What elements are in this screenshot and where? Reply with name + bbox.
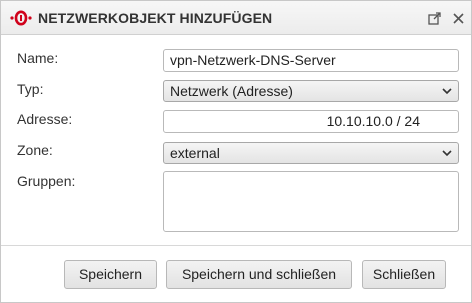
typ-select-value: Netzwerk (Adresse)	[170, 83, 293, 99]
popout-icon[interactable]	[428, 12, 441, 25]
zone-select-value: external	[170, 145, 220, 161]
typ-label: Typ:	[17, 81, 44, 97]
zone-select[interactable]: external	[163, 142, 459, 164]
gruppen-field[interactable]	[163, 171, 459, 232]
gruppen-label: Gruppen:	[17, 173, 76, 189]
chevron-down-icon	[442, 150, 452, 157]
close-icon[interactable]	[452, 12, 465, 25]
logo-icon	[10, 10, 32, 26]
save-and-close-button[interactable]: Speichern und schließen	[166, 260, 352, 289]
adresse-label: Adresse:	[17, 111, 73, 127]
name-label: Name:	[17, 50, 59, 66]
zone-label: Zone:	[17, 142, 53, 158]
save-button[interactable]: Speichern	[64, 260, 157, 289]
adresse-input[interactable]: 10.10.10.0 / 24	[163, 110, 459, 133]
dialog-title: NETZWERKOBJEKT HINZUFÜGEN	[38, 10, 273, 26]
typ-select[interactable]: Netzwerk (Adresse)	[163, 80, 459, 102]
close-button[interactable]: Schließen	[362, 260, 446, 289]
name-input[interactable]: vpn-Netzwerk-DNS-Server	[163, 49, 459, 72]
chevron-down-icon	[442, 88, 452, 95]
dialog-titlebar[interactable]: NETZWERKOBJEKT HINZUFÜGEN	[1, 1, 471, 35]
add-network-object-dialog: NETZWERKOBJEKT HINZUFÜGEN Name: vpn-Netz…	[0, 0, 472, 303]
footer-divider	[1, 245, 471, 246]
